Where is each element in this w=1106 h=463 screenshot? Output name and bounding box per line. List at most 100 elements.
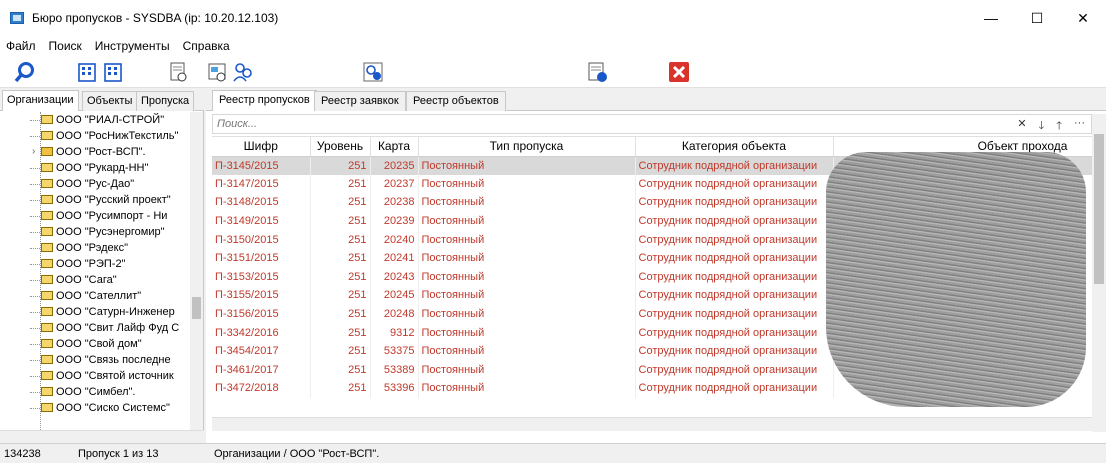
table-cell: Сотрудник подрядной организации [635, 267, 834, 287]
chevron-right-icon[interactable]: › [32, 144, 35, 160]
table-cell: П-3147/2015 [212, 174, 311, 194]
folder-icon [41, 259, 53, 268]
tree-item[interactable]: ООО "РЭП-2" [10, 256, 190, 272]
tree-item[interactable]: ООО "Русэнергомир" [10, 224, 190, 240]
report2-icon[interactable] [204, 59, 230, 85]
table-cell: 9312 [370, 323, 419, 342]
status-bar: 134238 Пропуск 1 из 13 Организации / ООО… [0, 443, 1106, 463]
search-icon[interactable] [12, 59, 38, 85]
search-input[interactable] [213, 115, 813, 133]
right-tabs: Реестр пропусков Реестр заявкок Реестр о… [206, 89, 1106, 111]
table-cell: П-3454/2017 [212, 341, 311, 361]
toolbar [0, 56, 1106, 88]
table-cell: П-3153/2015 [212, 267, 311, 287]
maximize-button[interactable]: ☐ [1014, 0, 1060, 36]
left-panel: Организации Объекты Пропуска ООО "РИАЛ-С… [0, 89, 204, 443]
more-icon[interactable]: ··· [1074, 117, 1085, 136]
table-cell: 251 [310, 341, 371, 361]
table-cell: П-3461/2017 [212, 360, 311, 380]
next-icon[interactable]: 🡓 [1039, 117, 1045, 136]
column-header-category[interactable]: Категория объекта [635, 137, 834, 157]
scroll-thumb[interactable] [192, 297, 201, 319]
tree-item[interactable]: ООО "РосНижТекстиль" [10, 128, 190, 144]
table-cell: 20248 [370, 304, 419, 324]
clear-icon[interactable]: ✕ [1017, 117, 1026, 136]
tab-request-registry[interactable]: Реестр заявкок [314, 91, 406, 111]
folder-icon [41, 227, 53, 236]
table-cell: 251 [310, 360, 371, 380]
user-question-icon[interactable] [360, 59, 386, 85]
table-cell: Сотрудник подрядной организации [635, 230, 834, 249]
folder-icon [41, 403, 53, 412]
search-bar: ✕ 🡓 🡑 ··· [212, 114, 1092, 134]
building-icon[interactable] [74, 59, 100, 85]
close-button[interactable]: ✕ [1060, 0, 1106, 36]
tab-objects[interactable]: Объекты [82, 91, 138, 111]
folder-icon [41, 323, 53, 332]
tree-item[interactable]: ООО "Сатурн-Инженер [10, 304, 190, 320]
table-cell: Постоянный [418, 323, 636, 342]
right-panel: Реестр пропусков Реестр заявкок Реестр о… [206, 89, 1106, 443]
grid-horizontal-scrollbar[interactable] [212, 417, 1092, 431]
tree-item[interactable]: ООО "Сателлит" [10, 288, 190, 304]
folder-icon [41, 179, 53, 188]
menu-tools[interactable]: Инструменты [95, 39, 170, 53]
table-cell: Постоянный [418, 267, 636, 287]
table-cell: Постоянный [418, 379, 636, 398]
tab-organizations[interactable]: Организации [2, 90, 79, 111]
tree-vertical-scrollbar[interactable] [190, 112, 203, 430]
table-cell: 53375 [370, 341, 419, 361]
delete-icon[interactable] [666, 59, 692, 85]
tab-pass-registry[interactable]: Реестр пропусков [212, 90, 317, 111]
table-cell: П-3342/2016 [212, 323, 311, 342]
tab-object-registry[interactable]: Реестр объектов [406, 91, 506, 111]
users-icon[interactable] [230, 59, 256, 85]
tree-item[interactable]: ООО "Сиско Системс" [10, 400, 190, 416]
previous-icon[interactable]: 🡑 [1056, 117, 1062, 136]
tree-item[interactable]: ООО "Рус-Дао" [10, 176, 190, 192]
column-header-level[interactable]: Уровень [310, 137, 371, 157]
table-cell: П-3145/2015 [212, 156, 311, 175]
tree-item[interactable]: ООО "Свой дом" [10, 336, 190, 352]
tree-item-selected[interactable]: › ООО "Рост-ВСП". [10, 144, 190, 160]
tree-item[interactable]: ООО "Рэдекс" [10, 240, 190, 256]
building2-icon[interactable] [100, 59, 126, 85]
report-icon[interactable] [165, 59, 191, 85]
table-cell: Сотрудник подрядной организации [635, 323, 834, 342]
table-cell: 251 [310, 174, 371, 194]
table-cell: Сотрудник подрядной организации [635, 304, 834, 324]
tree-item[interactable]: ООО "Русимпорт - Ни [10, 208, 190, 224]
table-cell: 20237 [370, 174, 419, 194]
column-header-card[interactable]: Карта [370, 137, 419, 157]
tab-passes[interactable]: Пропуска [136, 91, 195, 111]
table-cell: 20238 [370, 193, 419, 212]
menu-file[interactable]: Файл [6, 39, 36, 53]
app-icon [10, 12, 24, 24]
minimize-button[interactable]: — [968, 0, 1014, 36]
column-header-code[interactable]: Шифр [212, 137, 311, 157]
tree-item[interactable]: ООО "Свит Лайф Фуд С [10, 320, 190, 336]
menu-search[interactable]: Поиск [49, 39, 82, 53]
notes-info-icon[interactable] [584, 59, 610, 85]
tree-item[interactable]: ООО "Русский проект" [10, 192, 190, 208]
folder-icon [41, 211, 53, 220]
tree-item[interactable]: ООО "Святой источник [10, 368, 190, 384]
tree-item[interactable]: ООО "РИАЛ-СТРОЙ" [10, 112, 190, 128]
table-cell: Сотрудник подрядной организации [635, 156, 834, 175]
scroll-thumb[interactable] [1094, 134, 1104, 284]
column-header-pass-type[interactable]: Тип пропуска [418, 137, 636, 157]
tree-horizontal-scrollbar[interactable] [0, 430, 204, 443]
table-cell: 20241 [370, 248, 419, 268]
tree-item[interactable]: ООО "Связь последне [10, 352, 190, 368]
table-cell: Постоянный [418, 211, 636, 231]
table-cell: Сотрудник подрядной организации [635, 174, 834, 194]
table-cell: П-3156/2015 [212, 304, 311, 324]
tree-item[interactable]: ООО "Рукард-НН" [10, 160, 190, 176]
tree-item[interactable]: ООО "Симбел". [10, 384, 190, 400]
folder-icon [41, 387, 53, 396]
table-cell: 251 [310, 211, 371, 231]
menu-help[interactable]: Справка [183, 39, 230, 53]
tree-item[interactable]: ООО "Сага" [10, 272, 190, 288]
organization-tree: ООО "РИАЛ-СТРОЙ" ООО "РосНижТекстиль" › О… [10, 112, 190, 430]
grid-vertical-scrollbar[interactable] [1092, 114, 1106, 432]
